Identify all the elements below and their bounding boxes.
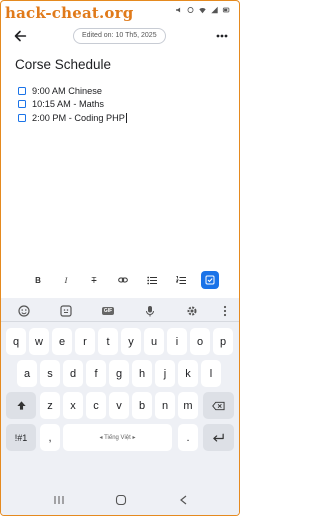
settings-gear-icon[interactable] xyxy=(186,305,198,317)
more-tools-icon[interactable] xyxy=(219,305,231,317)
key-j[interactable]: j xyxy=(155,360,175,387)
key-s[interactable]: s xyxy=(40,360,60,387)
key-e[interactable]: e xyxy=(52,328,72,355)
status-icons xyxy=(174,6,231,14)
link-button[interactable] xyxy=(114,271,132,289)
home-icon[interactable] xyxy=(115,495,127,505)
watermark-text: hack-cheat.org xyxy=(5,4,134,22)
back-nav-icon[interactable] xyxy=(178,495,190,505)
key-u[interactable]: u xyxy=(144,328,164,355)
key-p[interactable]: p xyxy=(213,328,233,355)
note-header: Edited on: 10 Th5, 2025 xyxy=(1,23,239,49)
shift-arrow-icon xyxy=(16,401,26,410)
checklist-item-label[interactable]: 9:00 AM Chinese xyxy=(32,86,102,96)
key-b[interactable]: b xyxy=(132,392,152,419)
backspace-icon xyxy=(212,401,225,410)
battery-icon xyxy=(222,7,230,13)
key-c[interactable]: c xyxy=(86,392,106,419)
bullet-list-icon xyxy=(147,276,157,284)
keyboard-divider xyxy=(1,321,239,322)
signal-icon xyxy=(211,6,218,14)
key-n[interactable]: n xyxy=(155,392,175,419)
key-t[interactable]: t xyxy=(98,328,118,355)
checklist: 9:00 AM Chinese 10:15 AM - Maths 2:00 PM… xyxy=(18,84,127,125)
checkbox[interactable] xyxy=(18,113,26,122)
checklist-item-label[interactable]: 2:00 PM - Coding PHP xyxy=(32,113,125,123)
checklist-button[interactable] xyxy=(201,271,219,289)
back-arrow-icon[interactable] xyxy=(11,27,29,45)
checklist-item[interactable]: 9:00 AM Chinese xyxy=(18,84,127,97)
emoji-icon[interactable] xyxy=(18,305,30,317)
on-screen-keyboard: GIF q w e r t y u i o p a s d f g h j k … xyxy=(1,298,239,487)
enter-key[interactable] xyxy=(203,424,234,451)
recent-apps-icon[interactable] xyxy=(53,495,65,505)
period-key[interactable]: . xyxy=(178,424,198,451)
key-i[interactable]: i xyxy=(167,328,187,355)
key-row-1: q w e r t y u i o p xyxy=(1,328,239,355)
enter-arrow-icon xyxy=(213,433,224,442)
bold-button[interactable]: B xyxy=(29,271,47,289)
key-v[interactable]: v xyxy=(109,392,129,419)
checklist-item-label[interactable]: 10:15 AM - Maths xyxy=(32,99,104,109)
system-navigation-bar xyxy=(1,485,239,515)
key-f[interactable]: f xyxy=(86,360,106,387)
key-q[interactable]: q xyxy=(6,328,26,355)
key-h[interactable]: h xyxy=(132,360,152,387)
key-row-3: z x c v b n m xyxy=(1,392,239,419)
backspace-key[interactable] xyxy=(203,392,234,419)
text-cursor xyxy=(125,112,127,123)
keyboard-toolbar: GIF xyxy=(1,300,239,322)
gif-icon[interactable]: GIF xyxy=(101,305,115,317)
format-toolbar: B I T xyxy=(1,271,239,291)
alarm-icon xyxy=(187,7,194,13)
key-o[interactable]: o xyxy=(190,328,210,355)
checkbox[interactable] xyxy=(18,100,26,108)
key-l[interactable]: l xyxy=(201,360,221,387)
edited-timestamp-pill[interactable]: Edited on: 10 Th5, 2025 xyxy=(73,28,166,44)
app-frame: hack-cheat.org Edited on: 10 Th5, 2025 C… xyxy=(0,0,240,516)
wifi-icon xyxy=(199,7,206,14)
key-row-4: !#1 , ◂ Tiếng Việt ▸ . xyxy=(1,424,239,451)
shift-key[interactable] xyxy=(6,392,36,419)
italic-button[interactable]: I xyxy=(57,271,75,289)
strikethrough-button[interactable]: T xyxy=(85,271,103,289)
key-x[interactable]: x xyxy=(63,392,83,419)
microphone-icon[interactable] xyxy=(144,305,156,317)
key-a[interactable]: a xyxy=(17,360,37,387)
key-r[interactable]: r xyxy=(75,328,95,355)
checklist-icon xyxy=(205,275,215,285)
checklist-item[interactable]: 10:15 AM - Maths xyxy=(18,98,127,111)
checkbox[interactable] xyxy=(18,86,26,95)
key-d[interactable]: d xyxy=(63,360,83,387)
link-icon xyxy=(118,277,128,283)
key-y[interactable]: y xyxy=(121,328,141,355)
key-w[interactable]: w xyxy=(29,328,49,355)
numbered-list-icon xyxy=(176,275,186,284)
note-title[interactable]: Corse Schedule xyxy=(15,57,111,72)
key-row-2: a s d f g h j k l xyxy=(1,360,239,387)
mute-icon xyxy=(176,7,181,13)
space-bar-label: ◂ Tiếng Việt ▸ xyxy=(99,435,136,441)
comma-key[interactable]: , xyxy=(40,424,60,451)
checklist-item[interactable]: 2:00 PM - Coding PHP xyxy=(18,111,127,124)
key-k[interactable]: k xyxy=(178,360,198,387)
space-bar[interactable]: ◂ Tiếng Việt ▸ xyxy=(63,424,172,451)
numbered-list-button[interactable] xyxy=(172,271,190,289)
bulleted-list-button[interactable] xyxy=(143,271,161,289)
key-m[interactable]: m xyxy=(178,392,198,419)
key-z[interactable]: z xyxy=(40,392,60,419)
more-options-icon[interactable] xyxy=(215,29,229,43)
symbols-key[interactable]: !#1 xyxy=(6,424,36,451)
sticker-icon[interactable] xyxy=(60,305,72,317)
key-g[interactable]: g xyxy=(109,360,129,387)
